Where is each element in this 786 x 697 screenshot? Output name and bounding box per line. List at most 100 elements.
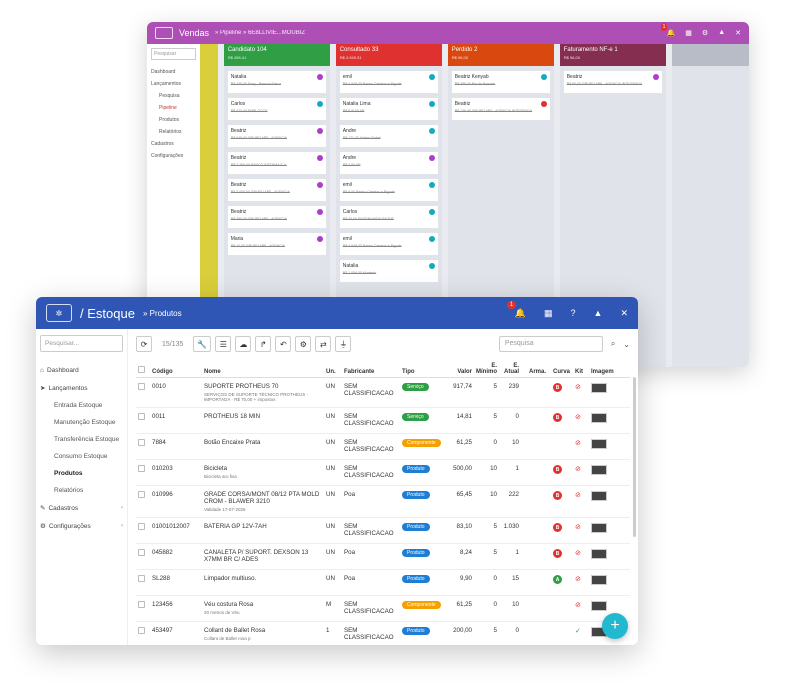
col-valor[interactable]: Valor: [444, 361, 474, 378]
sidebar-item[interactable]: Consumo Estoque: [40, 448, 123, 465]
col-un[interactable]: Un.: [324, 361, 342, 378]
col-emin[interactable]: E. Mínimo: [474, 361, 499, 378]
kanban-card[interactable]: Carlos R$ 420,00 EMBLOCCS: [227, 98, 326, 120]
table-search-input[interactable]: Pesquisa: [498, 336, 603, 352]
sidebar-item[interactable]: Manutenção Estoque: [40, 414, 123, 431]
product-thumbnail[interactable]: [591, 465, 607, 475]
row-checkbox[interactable]: [138, 413, 145, 420]
product-thumbnail[interactable]: [591, 491, 607, 501]
table-row[interactable]: 01001012007 BATERIA GP 12V-7AH UN SEM CLASS…: [136, 517, 630, 544]
row-checkbox[interactable]: [138, 601, 145, 608]
kanban-card[interactable]: Maria R$ 10,00 GRUPO APF - AGENCIA: [227, 233, 326, 255]
col-tipo[interactable]: Tipo: [400, 361, 444, 378]
sidebar-item[interactable]: ➤ Lançamentos: [40, 379, 123, 397]
app-logo[interactable]: ✲: [46, 304, 72, 322]
share-icon[interactable]: ↱: [255, 336, 272, 352]
col-eatual[interactable]: E. Atual: [499, 361, 521, 378]
table-row[interactable]: 0011 PROTHEUS 18 MIN UN SEM CLASSIFICACAO Se…: [136, 407, 630, 434]
product-thumbnail[interactable]: [591, 439, 607, 449]
table-row[interactable]: 010996 GRADE CORSA/MONT 08/12 PTA MOLD CR…: [136, 485, 630, 518]
user-icon[interactable]: ▲: [594, 308, 603, 318]
sidebar-item[interactable]: Pesquisa: [151, 90, 196, 102]
sidebar-search-input[interactable]: Pesquisar...: [40, 335, 123, 352]
filter-icon[interactable]: ⏚: [335, 336, 352, 352]
undo-icon[interactable]: ↶: [275, 336, 292, 352]
kanban-card[interactable]: Natalia Lima R$ 518,00 AP: [339, 98, 438, 120]
bell-icon[interactable]: 🔔 1: [506, 300, 526, 319]
sidebar-item[interactable]: Lançamentos: [151, 78, 196, 90]
col-codigo[interactable]: Código: [150, 361, 202, 378]
kanban-card[interactable]: Beatriz R$ 136,00 GRUPO APF - AGENCIA INT…: [451, 98, 550, 120]
list-icon[interactable]: ☰: [215, 336, 232, 352]
sidebar-item[interactable]: Produtos: [151, 114, 196, 126]
kanban-card[interactable]: emil R$ 4.949,00 Banho Cabelos e Bigode: [339, 233, 438, 255]
cloud-sync-icon[interactable]: ☁: [235, 336, 252, 352]
kanban-column-header[interactable]: Perdido 2 R$ 96,00: [447, 44, 554, 66]
row-checkbox[interactable]: [138, 439, 145, 446]
kanban-column-header[interactable]: Consultado 33 R$ 4.949.31: [335, 44, 442, 66]
row-checkbox[interactable]: [138, 549, 145, 556]
table-row[interactable]: 7884 Botão Encaixe Prata UN SEM CLASSIFICAC…: [136, 433, 630, 460]
table-row[interactable]: 123456 Véu costura Rosa 20 metros de Véu M S…: [136, 595, 630, 622]
kanban-card[interactable]: Beatriz R$ 390,00 GRUPO APF - AGENCIA: [227, 206, 326, 228]
sidebar-item[interactable]: Transferência Estoque: [40, 431, 123, 448]
product-thumbnail[interactable]: [591, 413, 607, 423]
close-icon[interactable]: ✕: [735, 29, 741, 37]
grid-icon[interactable]: ▦: [544, 308, 553, 319]
col-fabricante[interactable]: Fabricante: [342, 361, 400, 378]
row-checkbox[interactable]: [138, 491, 145, 498]
sidebar-item[interactable]: Produtos: [40, 465, 123, 482]
kanban-card[interactable]: Beatriz R$ 549,00 GRUPO APF - AGENCIA: [227, 125, 326, 147]
row-checkbox[interactable]: [138, 465, 145, 472]
select-all-checkbox[interactable]: [138, 366, 145, 373]
search-icon[interactable]: ⌕: [611, 339, 615, 349]
product-thumbnail[interactable]: [591, 549, 607, 559]
sidebar-item[interactable]: Relatórios: [40, 482, 123, 499]
bell-icon[interactable]: 🔔 1: [660, 23, 675, 37]
kanban-card[interactable]: Beatriz R$ 2.360,00 BANCO SISTEMA S.A.: [227, 152, 326, 174]
close-icon[interactable]: ✕: [620, 308, 628, 319]
wrench-icon[interactable]: 🔧: [193, 336, 212, 352]
table-row[interactable]: 010203 Bicicleta Bicicleta aro fixa UN SEM C…: [136, 459, 630, 486]
scrollbar[interactable]: [633, 377, 636, 537]
kanban-card[interactable]: Beatriz R$ 80,00 GRUPO APF - AGENCIA INTE…: [563, 71, 662, 93]
sidebar-item[interactable]: Entrada Estoque: [40, 397, 123, 414]
grid-icon[interactable]: ▦: [685, 29, 692, 37]
kanban-card[interactable]: emil R$ 4.949,00 Banho Cabelos e Bigode: [339, 71, 438, 93]
product-thumbnail[interactable]: [591, 383, 607, 393]
row-checkbox[interactable]: [138, 523, 145, 530]
product-thumbnail[interactable]: [591, 523, 607, 533]
row-checkbox[interactable]: [138, 575, 145, 582]
product-thumbnail[interactable]: [591, 601, 607, 611]
sidebar-item[interactable]: Relatórios: [151, 126, 196, 138]
add-product-button[interactable]: +: [602, 613, 628, 639]
kanban-card[interactable]: Natalia R$ 235,00 Sony - Pessoa Física: [227, 71, 326, 93]
chevron-down-icon[interactable]: ⌄: [623, 340, 630, 349]
sidebar-item[interactable]: ✎ Cadastros ‹: [40, 499, 123, 517]
settings-icon[interactable]: ⚙: [295, 336, 312, 352]
row-checkbox[interactable]: [138, 383, 145, 390]
user-icon[interactable]: ▲: [718, 29, 725, 37]
gear-icon[interactable]: ⚙: [702, 29, 708, 37]
transfer-icon[interactable]: ⇄: [315, 336, 332, 352]
kanban-column-header[interactable]: Faturamento NF-e 1 R$ 96,00: [559, 44, 666, 66]
kanban-card[interactable]: Carlos R$ 40,00 ENGENHARIA SAÚDE: [339, 206, 438, 228]
kanban-card[interactable]: Natalia R$ 1.006,00 Modesto: [339, 260, 438, 282]
sidebar-item[interactable]: Cadastros: [151, 138, 196, 150]
help-icon[interactable]: ?: [571, 308, 576, 318]
col-kit[interactable]: Kit: [573, 361, 589, 378]
sidebar-item[interactable]: Configurações: [151, 150, 196, 162]
product-thumbnail[interactable]: [591, 575, 607, 585]
table-row[interactable]: 045882 CANALETA P/ SUPORT. DEXSON 13 X7MM…: [136, 543, 630, 570]
vendas-search-input[interactable]: Pesquisar: [151, 48, 197, 60]
sidebar-item[interactable]: ⌂ Dashboard: [40, 362, 123, 379]
sidebar-item[interactable]: Pipeline: [151, 102, 196, 114]
kanban-card[interactable]: Beatriz Kenyab R$ 386,00 Bia da Horroes: [451, 71, 550, 93]
row-checkbox[interactable]: [138, 627, 145, 634]
kanban-card[interactable]: Beatriz R$ 3.000,00 GRUPO APF - AGENCIA: [227, 179, 326, 201]
sidebar-item[interactable]: ⚙ Configurações ‹: [40, 517, 123, 535]
col-imagem[interactable]: Imagem: [589, 361, 630, 378]
table-row[interactable]: 0010 SUPORTE PROTHEUS 70 SERVIÇOS DE SUPOR…: [136, 377, 630, 408]
app-logo[interactable]: [155, 27, 173, 39]
table-row[interactable]: 453497 Collant de Ballet Rosa Collant de B…: [136, 621, 630, 645]
